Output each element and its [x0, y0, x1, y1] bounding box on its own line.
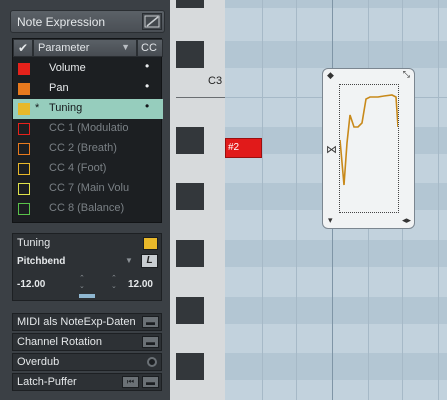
midi-as-noteexp-button[interactable]: ▬: [142, 316, 159, 328]
latch-buffer-label: Latch-Puffer: [17, 376, 77, 388]
black-key[interactable]: [176, 41, 204, 68]
parameter-label: CC 1 (Modulatio: [49, 122, 129, 134]
range-max-field[interactable]: 12.00: [128, 279, 153, 290]
parameter-cc-dot: •: [145, 59, 150, 73]
stretch-handle-bottom-right-icon[interactable]: ◂▸: [402, 215, 411, 226]
parameter-color-swatch[interactable]: [18, 103, 30, 115]
parameter-row[interactable]: Volume •: [13, 59, 163, 79]
black-key-lane: [225, 297, 447, 324]
parameter-list: ✔ Parameter ▼ CC Volume • Pan • * Tuning • CC 1 …: [12, 38, 163, 223]
beat-line: [438, 0, 439, 400]
curve-area[interactable]: [339, 84, 399, 213]
inspector-section-header[interactable]: Note Expression: [10, 10, 165, 33]
corner-handle-top-left-icon[interactable]: ◆: [327, 70, 334, 81]
column-header-check[interactable]: ✔: [13, 39, 33, 57]
black-key-lane: [225, 0, 447, 8]
parameter-row[interactable]: CC 8 (Balance): [13, 199, 163, 219]
parameter-row[interactable]: CC 2 (Breath): [13, 139, 163, 159]
dropdown-arrow-icon: ▼: [121, 42, 130, 52]
range-slider[interactable]: [79, 294, 95, 298]
parameter-header-label: Parameter: [38, 42, 90, 54]
max-spinner-icon[interactable]: ⌃ ⌄: [111, 275, 117, 291]
tuning-curve[interactable]: [339, 85, 399, 212]
parameter-detail: Tuning Pitchbend ▼ L -12.00 ⌃ ⌄ ⌃ ⌄ 12.00: [12, 233, 162, 301]
midi-as-noteexp-row[interactable]: MIDI als NoteExp-Daten ▬: [12, 313, 162, 331]
latch-buffer-row[interactable]: Latch-Puffer ⏮ ▬: [12, 373, 162, 391]
parameter-star: *: [35, 102, 40, 114]
parameter-color-swatch[interactable]: [143, 237, 158, 250]
overdub-label: Overdub: [17, 356, 60, 368]
beat-line: [262, 0, 263, 400]
c3-key-label: C3: [208, 75, 223, 87]
black-key[interactable]: [176, 353, 204, 380]
channel-rotation-button[interactable]: ▬: [142, 336, 159, 348]
channel-rotation-label: Channel Rotation: [17, 336, 103, 348]
parameter-color-swatch[interactable]: [18, 123, 30, 135]
min-spinner-icon[interactable]: ⌃ ⌄: [79, 275, 85, 291]
midi-as-noteexp-label: MIDI als NoteExp-Daten: [17, 316, 136, 328]
midi-note[interactable]: #2: [225, 138, 262, 158]
black-key[interactable]: [176, 297, 204, 324]
parameter-color-swatch[interactable]: [18, 63, 30, 75]
checkmark-icon: ✔: [18, 41, 29, 55]
parameter-label: Pan: [49, 82, 69, 94]
parameter-label: CC 2 (Breath): [49, 142, 117, 154]
parameter-color-swatch[interactable]: [18, 203, 30, 215]
parameter-label: CC 8 (Balance): [49, 202, 125, 214]
black-key[interactable]: [176, 183, 204, 210]
beat-line: [296, 0, 297, 400]
parameter-color-swatch[interactable]: [18, 83, 30, 95]
parameter-row[interactable]: Pan •: [13, 79, 163, 99]
detail-parameter-name: Tuning: [17, 237, 51, 249]
latch-buffer-button[interactable]: ▬: [142, 376, 159, 388]
scale-handle-bottom-left-icon[interactable]: ▾: [328, 215, 333, 226]
pitchbend-mode-select[interactable]: Pitchbend: [17, 256, 65, 267]
logic-button[interactable]: L: [141, 254, 158, 268]
channel-rotation-row[interactable]: Channel Rotation ▬: [12, 333, 162, 351]
parameter-row[interactable]: CC 7 (Main Volu: [13, 179, 163, 199]
overdub-row[interactable]: Overdub: [12, 353, 162, 371]
black-key[interactable]: [176, 127, 204, 154]
black-key-lane: [225, 41, 447, 68]
tilt-handle-left-icon[interactable]: ⋈: [326, 143, 337, 156]
parameter-label: CC 7 (Main Volu: [49, 182, 130, 194]
rewind-icon[interactable]: ⏮: [122, 376, 139, 388]
black-key[interactable]: [176, 240, 204, 267]
parameter-label: CC 4 (Foot): [49, 162, 107, 174]
section-title: Note Expression: [17, 15, 106, 29]
black-key-lane: [225, 353, 447, 380]
parameter-color-swatch[interactable]: [18, 163, 30, 175]
edit-window-icon[interactable]: [142, 13, 162, 30]
range-min-field[interactable]: -12.00: [17, 279, 45, 290]
parameter-row[interactable]: CC 4 (Foot): [13, 159, 163, 179]
parameter-row[interactable]: * Tuning •: [13, 99, 163, 119]
scale-handle-top-right-icon[interactable]: ⤡: [403, 69, 410, 80]
note-expression-inspector: Note Expression ✔ Parameter ▼ CC Volume • P…: [0, 0, 170, 400]
note-label: #2: [228, 142, 240, 153]
parameter-cc-dot: •: [145, 99, 150, 113]
parameter-color-swatch[interactable]: [18, 143, 30, 155]
parameter-cc-dot: •: [145, 79, 150, 93]
key-divider: [176, 97, 225, 98]
cc-header-label: CC: [141, 42, 157, 54]
mode-dropdown-arrow-icon[interactable]: ▼: [125, 256, 133, 265]
column-header-parameter[interactable]: Parameter ▼: [33, 39, 137, 57]
note-expression-editor[interactable]: ◆ ⤡ ⋈ ▾ ◂▸: [322, 68, 415, 229]
parameter-label: Tuning: [49, 102, 83, 114]
black-key[interactable]: [176, 0, 204, 8]
column-header-cc[interactable]: CC: [137, 39, 163, 57]
black-key-lane: [225, 240, 447, 267]
overdub-toggle[interactable]: [147, 357, 157, 367]
parameter-label: Volume: [49, 62, 86, 74]
parameter-row[interactable]: CC 1 (Modulatio: [13, 119, 163, 139]
parameter-color-swatch[interactable]: [18, 183, 30, 195]
